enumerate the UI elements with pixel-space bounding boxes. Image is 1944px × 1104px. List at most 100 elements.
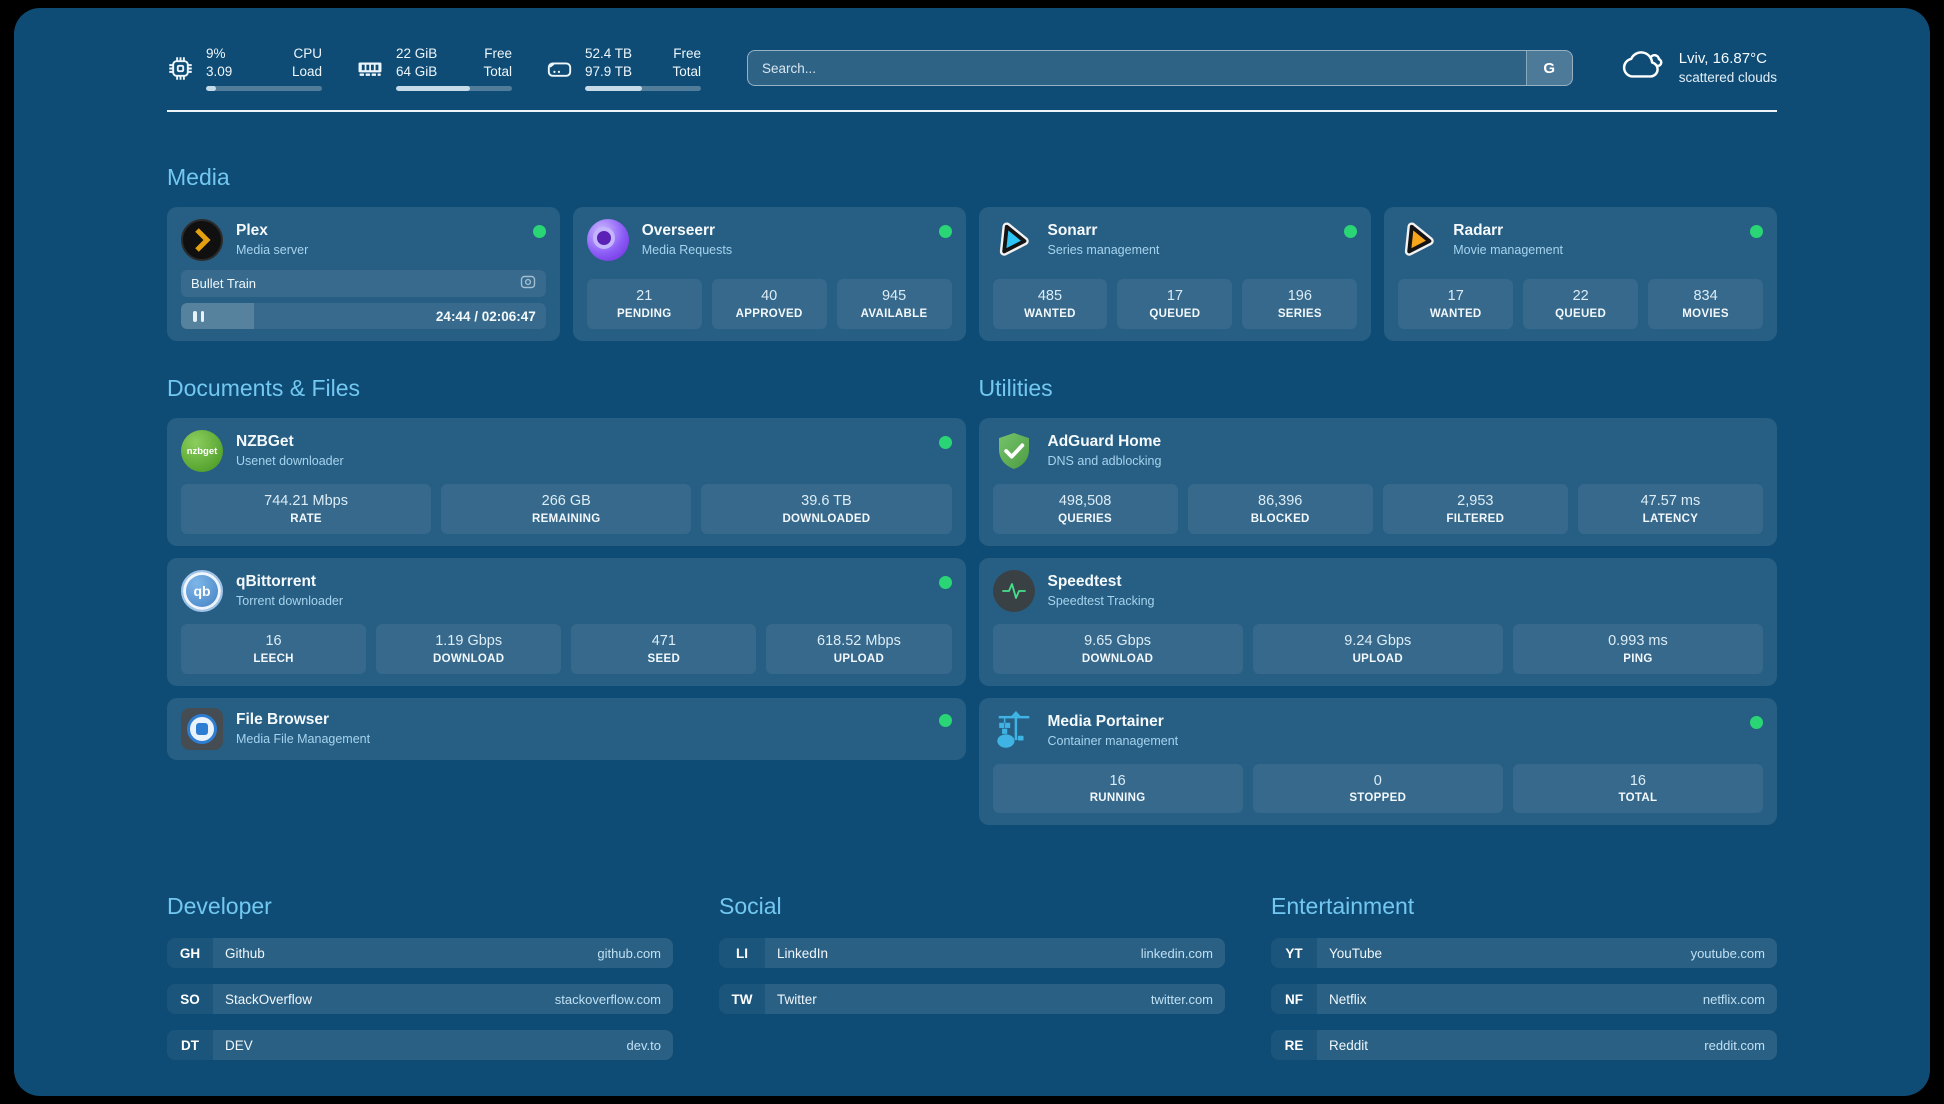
bookmark-stackoverflow[interactable]: SO StackOverflow stackoverflow.com xyxy=(167,984,673,1014)
speedtest-icon xyxy=(993,570,1035,612)
qbittorrent-card[interactable]: qb qBittorrent Torrent downloader 16LEEC… xyxy=(167,558,966,686)
stat-running: 16RUNNING xyxy=(993,764,1243,814)
plex-card[interactable]: Plex Media server Bullet Train xyxy=(167,207,560,341)
header-divider xyxy=(167,110,1777,112)
stat-approved: 40APPROVED xyxy=(712,279,827,329)
sonarr-icon xyxy=(993,219,1035,261)
speedtest-card[interactable]: Speedtest Speedtest Tracking 9.65 GbpsDO… xyxy=(979,558,1778,686)
nzbget-title: NZBGet xyxy=(236,432,344,453)
disk-progress-bar xyxy=(585,86,701,91)
search-engine-button[interactable]: G xyxy=(1526,51,1572,85)
overseerr-subtitle: Media Requests xyxy=(642,242,732,259)
bookmark-netflix[interactable]: NF Netflix netflix.com xyxy=(1271,984,1777,1014)
stat-remaining: 266 GBREMAINING xyxy=(441,484,691,534)
portainer-card[interactable]: Media Portainer Container management 16R… xyxy=(979,698,1778,826)
bookmark-youtube[interactable]: YT YouTube youtube.com xyxy=(1271,938,1777,968)
disk-free-label: Free xyxy=(672,45,701,63)
section-title-developer: Developer xyxy=(167,893,673,920)
overseerr-icon xyxy=(587,219,629,261)
stat-movies: 834MOVIES xyxy=(1648,279,1763,329)
plex-status-dot xyxy=(533,225,546,238)
nzbget-status-dot xyxy=(939,436,952,449)
stat-download: 9.65 GbpsDOWNLOAD xyxy=(993,624,1243,674)
stat-latency: 47.57 msLATENCY xyxy=(1578,484,1763,534)
bookmark-group-entertainment: Entertainment YT YouTube youtube.com NF … xyxy=(1271,893,1777,1076)
weather-summary: Lviv, 16.87°C xyxy=(1679,49,1777,69)
adguard-subtitle: DNS and adblocking xyxy=(1048,453,1162,470)
bookmark-twitter[interactable]: TW Twitter twitter.com xyxy=(719,984,1225,1014)
overseerr-title: Overseerr xyxy=(642,221,732,242)
radarr-card[interactable]: Radarr Movie management 17WANTED 22QUEUE… xyxy=(1384,207,1777,341)
overseerr-card[interactable]: Overseerr Media Requests 21PENDING 40APP… xyxy=(573,207,966,341)
cpu-icon xyxy=(167,55,194,82)
qbittorrent-status-dot xyxy=(939,576,952,589)
now-playing-row: Bullet Train xyxy=(181,270,546,297)
cpu-stat: 9% 3.09 CPU Load xyxy=(167,45,322,90)
sonarr-title: Sonarr xyxy=(1048,221,1160,242)
cloud-icon xyxy=(1619,47,1665,90)
disk-icon xyxy=(546,56,573,81)
radarr-icon xyxy=(1398,219,1440,261)
stat-rate: 744.21 MbpsRATE xyxy=(181,484,431,534)
stat-blocked: 86,396BLOCKED xyxy=(1188,484,1373,534)
cpu-label: CPU xyxy=(292,45,322,63)
bookmark-github[interactable]: GH Github github.com xyxy=(167,938,673,968)
stat-leech: 16LEECH xyxy=(181,624,366,674)
plex-subtitle: Media server xyxy=(236,242,308,259)
memory-total-label: Total xyxy=(483,63,512,81)
playback-progress: 24:44 / 02:06:47 xyxy=(181,303,546,329)
bookmark-group-developer: Developer GH Github github.com SO StackO… xyxy=(167,893,673,1076)
radarr-title: Radarr xyxy=(1453,221,1563,242)
weather-description: scattered clouds xyxy=(1679,69,1777,87)
nzbget-card[interactable]: nzbget NZBGet Usenet downloader 744.21 M… xyxy=(167,418,966,546)
filebrowser-card[interactable]: File Browser Media File Management xyxy=(167,698,966,760)
filebrowser-title: File Browser xyxy=(236,710,370,731)
search-input[interactable] xyxy=(747,50,1573,86)
stat-upload: 618.52 MbpsUPLOAD xyxy=(766,624,951,674)
qbittorrent-icon: qb xyxy=(181,570,223,612)
sonarr-card[interactable]: Sonarr Series management 485WANTED 17QUE… xyxy=(979,207,1372,341)
stat-queued: 22QUEUED xyxy=(1523,279,1638,329)
memory-progress-bar xyxy=(396,86,512,91)
weather-widget[interactable]: Lviv, 16.87°C scattered clouds xyxy=(1619,47,1777,90)
disk-total-value: 97.9 TB xyxy=(585,63,632,81)
radarr-subtitle: Movie management xyxy=(1453,242,1563,259)
bookmark-reddit[interactable]: RE Reddit reddit.com xyxy=(1271,1030,1777,1060)
memory-free-label: Free xyxy=(483,45,512,63)
stat-seed: 471SEED xyxy=(571,624,756,674)
cpu-load-label: Load xyxy=(292,63,322,81)
memory-free-value: 22 GiB xyxy=(396,45,437,63)
search-bar: G xyxy=(747,50,1573,86)
memory-icon xyxy=(356,56,384,80)
stat-series: 196SERIES xyxy=(1242,279,1357,329)
adguard-card[interactable]: AdGuard Home DNS and adblocking 498,508Q… xyxy=(979,418,1778,546)
section-title-media: Media xyxy=(167,164,1777,191)
system-stats: 9% 3.09 CPU Load xyxy=(167,45,701,90)
overseerr-status-dot xyxy=(939,225,952,238)
disk-stat: 52.4 TB 97.9 TB Free Total xyxy=(546,45,701,90)
stat-wanted: 17WANTED xyxy=(1398,279,1513,329)
now-playing-title: Bullet Train xyxy=(191,276,256,291)
filebrowser-status-dot xyxy=(939,714,952,727)
bookmark-dev[interactable]: DT DEV dev.to xyxy=(167,1030,673,1060)
bookmark-linkedin[interactable]: LI LinkedIn linkedin.com xyxy=(719,938,1225,968)
adguard-title: AdGuard Home xyxy=(1048,432,1162,453)
speedtest-subtitle: Speedtest Tracking xyxy=(1048,593,1155,610)
stat-pending: 21PENDING xyxy=(587,279,702,329)
radarr-status-dot xyxy=(1750,225,1763,238)
section-title-entertainment: Entertainment xyxy=(1271,893,1777,920)
movie-icon xyxy=(520,275,536,292)
section-title-utilities: Utilities xyxy=(979,375,1778,402)
qbittorrent-subtitle: Torrent downloader xyxy=(236,593,343,610)
stat-ping: 0.993 msPING xyxy=(1513,624,1763,674)
dashboard-page: 9% 3.09 CPU Load xyxy=(14,8,1930,1096)
disk-free-value: 52.4 TB xyxy=(585,45,632,63)
portainer-status-dot xyxy=(1750,716,1763,729)
portainer-icon xyxy=(993,710,1035,752)
header: 9% 3.09 CPU Load xyxy=(167,44,1777,92)
stat-total: 16TOTAL xyxy=(1513,764,1763,814)
pause-button[interactable] xyxy=(191,307,206,326)
sonarr-status-dot xyxy=(1344,225,1357,238)
speedtest-title: Speedtest xyxy=(1048,572,1155,593)
plex-title: Plex xyxy=(236,221,308,242)
